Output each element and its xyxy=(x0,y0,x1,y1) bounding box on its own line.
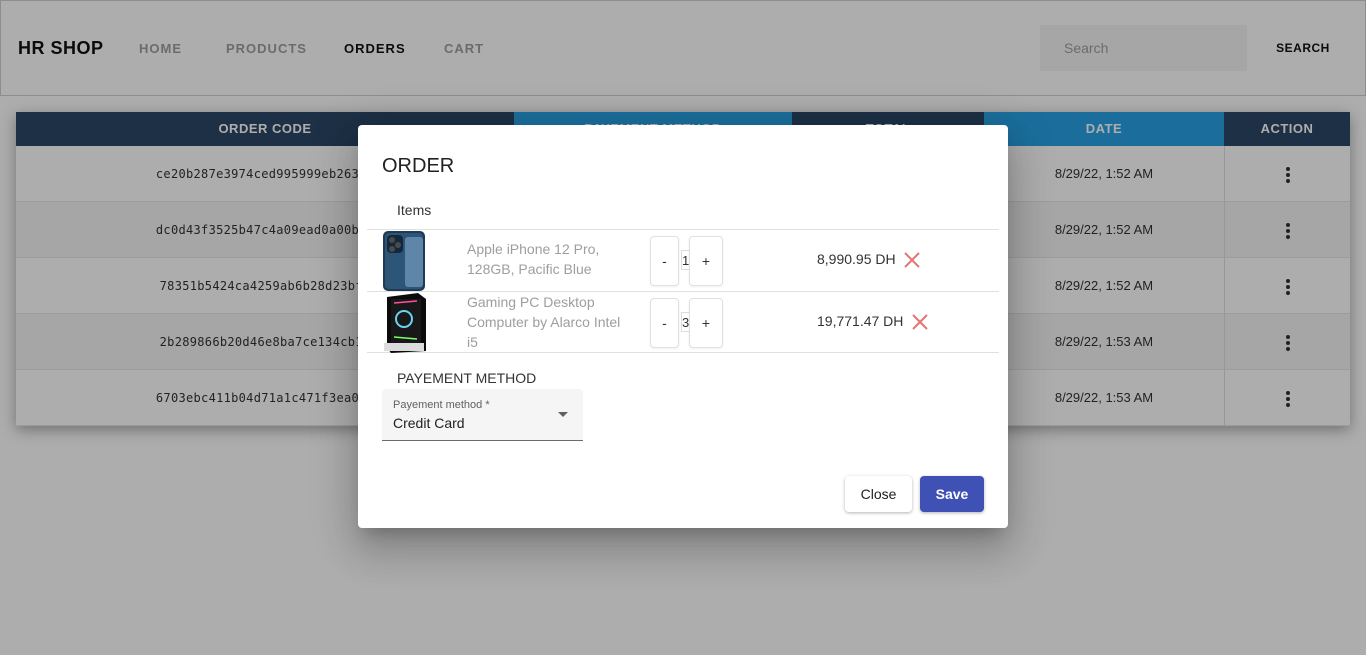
gaming-pc-product-image xyxy=(384,293,426,353)
dropdown-caret-icon xyxy=(558,412,568,417)
payment-method-label: PAYEMENT METHOD xyxy=(397,370,537,386)
order-item-row: Gaming PC Desktop Computer by Alarco Int… xyxy=(367,291,999,353)
item-price: 19,771.47 DH xyxy=(817,313,904,329)
close-x-icon[interactable] xyxy=(902,250,922,270)
iphone-product-image xyxy=(383,231,425,291)
dialog-title: ORDER xyxy=(382,155,455,177)
close-x-icon[interactable] xyxy=(910,312,930,332)
item-name: Apple iPhone 12 Pro, 128GB, Pacific Blue xyxy=(467,241,600,277)
decrease-qty-button[interactable]: - xyxy=(650,298,679,348)
order-dialog: ORDER Items Apple iPhone 12 Pro, 128GB, … xyxy=(358,125,1008,528)
increase-qty-button[interactable]: + xyxy=(689,236,723,286)
close-button[interactable]: Close xyxy=(845,476,912,512)
payment-method-value: Credit Card xyxy=(393,415,465,431)
payment-method-field-label: Payement method * xyxy=(393,399,490,411)
order-item-row: Apple iPhone 12 Pro, 128GB, Pacific Blue… xyxy=(367,229,999,291)
item-price: 8,990.95 DH xyxy=(817,251,896,267)
save-button[interactable]: Save xyxy=(920,476,984,512)
increase-qty-button[interactable]: + xyxy=(689,298,723,348)
payment-method-select[interactable]: Payement method * Credit Card xyxy=(382,389,583,441)
items-label: Items xyxy=(397,202,432,218)
decrease-qty-button[interactable]: - xyxy=(650,236,679,286)
item-name: Gaming PC Desktop Computer by Alarco Int… xyxy=(467,294,621,350)
